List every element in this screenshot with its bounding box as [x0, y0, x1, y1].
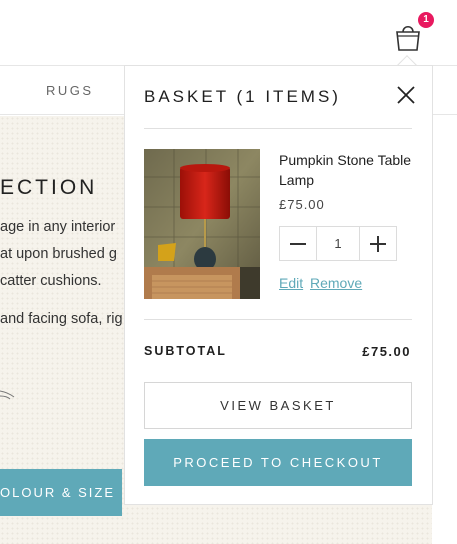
close-basket-button[interactable] [393, 82, 419, 108]
sketch-illustration [0, 390, 15, 400]
shopping-bag-icon [396, 25, 420, 51]
mini-basket-panel: BASKET (1 ITEMS) Pumpkin Stone Table Lam… [124, 65, 433, 505]
nav-item-rugs[interactable]: RUGS [46, 83, 94, 98]
product-name-link[interactable]: Pumpkin Stone Table Lamp [279, 150, 419, 190]
divider [144, 128, 412, 129]
colour-size-button[interactable]: OLOUR & SIZE [0, 469, 122, 516]
quantity-input[interactable]: 1 [317, 227, 359, 260]
remove-item-link[interactable]: Remove [310, 275, 362, 291]
collection-heading: ECTION [0, 176, 98, 199]
description-line: catter cushions. [0, 273, 102, 289]
subtotal-label: SUBTOTAL [144, 344, 227, 358]
lamp-photo [144, 149, 260, 299]
site-header: 1 [0, 0, 457, 65]
decrease-quantity-button[interactable] [280, 227, 317, 260]
product-price: £75.00 [279, 197, 325, 212]
edit-item-link[interactable]: Edit [279, 275, 303, 291]
divider [144, 319, 412, 320]
close-icon [397, 86, 415, 104]
view-basket-button[interactable]: VIEW BASKET [144, 382, 412, 429]
proceed-to-checkout-button[interactable]: PROCEED TO CHECKOUT [144, 439, 412, 486]
basket-title: BASKET (1 ITEMS) [144, 87, 341, 106]
description-line: age in any interior [0, 219, 116, 235]
basket-button[interactable]: 1 [392, 12, 434, 56]
quantity-stepper: 1 [279, 226, 397, 261]
increase-quantity-button[interactable] [359, 227, 396, 260]
description-line: at upon brushed g [0, 246, 117, 262]
description-line: and facing sofa, rig [0, 311, 123, 327]
subtotal-value: £75.00 [362, 344, 411, 359]
minus-icon [290, 243, 306, 245]
product-image[interactable] [144, 149, 260, 299]
basket-count-badge: 1 [418, 12, 434, 28]
